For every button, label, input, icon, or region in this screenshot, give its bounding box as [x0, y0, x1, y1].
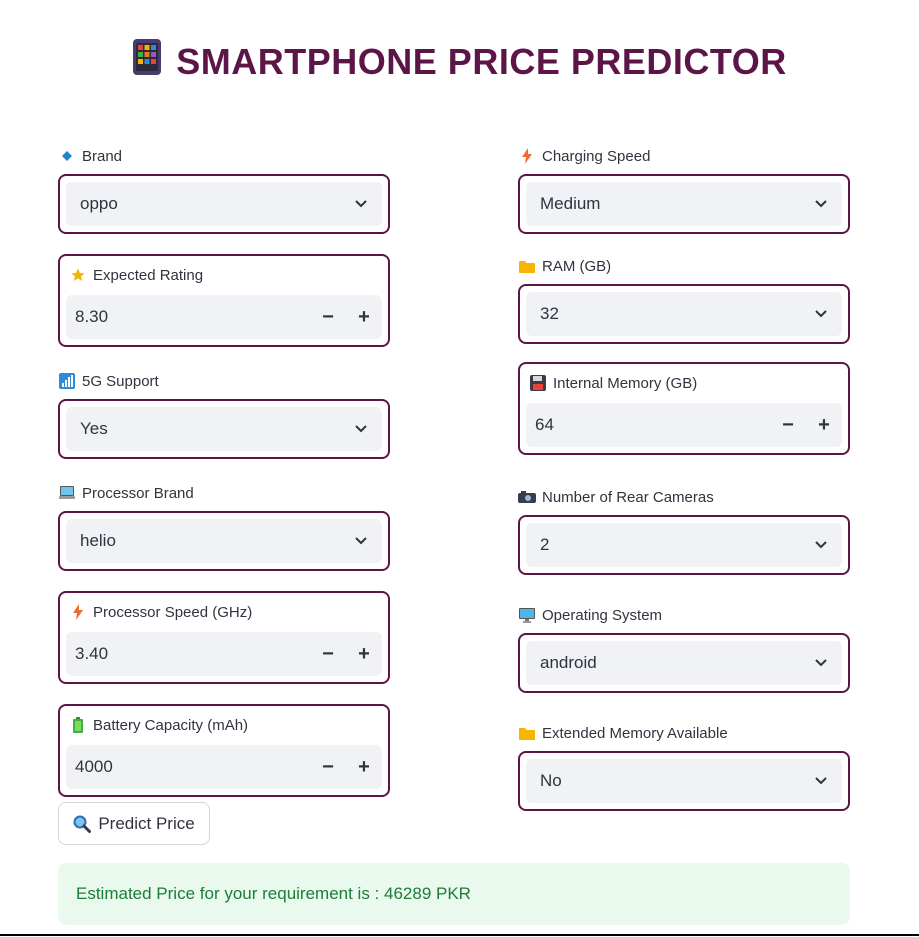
internal-memory-input-value[interactable]: 64 [535, 415, 554, 435]
extended-memory-select-value: No [540, 771, 562, 790]
charging-label: Charging Speed [518, 146, 850, 166]
chevron-down-icon[interactable] [814, 307, 828, 321]
rating-decrement-button[interactable]: − [310, 295, 346, 339]
processor-speed-field-group: Processor Speed (GHz) 3.40 − + [58, 591, 390, 684]
camera-icon [518, 490, 536, 504]
battery-input[interactable]: 4000 − + [66, 745, 382, 789]
battery-input-value[interactable]: 4000 [75, 757, 113, 777]
right-column: Charging Speed Medium RAM (GB) 32 Intern… [518, 146, 850, 811]
lightning-icon [69, 604, 87, 620]
divider [0, 934, 919, 936]
ram-select[interactable]: 32 [518, 284, 850, 344]
rear-cameras-label: Number of Rear Cameras [518, 487, 850, 507]
page-title: SMARTPHONE PRICE PREDICTOR [0, 38, 919, 85]
rating-field-group: Expected Rating 8.30 − + [58, 254, 390, 347]
chevron-down-icon[interactable] [814, 197, 828, 211]
processor-brand-select[interactable]: helio [58, 511, 390, 571]
ram-label: RAM (GB) [518, 256, 850, 276]
chevron-down-icon[interactable] [814, 538, 828, 552]
brand-select[interactable]: oppo [58, 174, 390, 234]
predict-price-button[interactable]: Predict Price [58, 802, 210, 845]
processor-speed-decrement-button[interactable]: − [310, 632, 346, 676]
chevron-down-icon[interactable] [814, 774, 828, 788]
fiveg-label: 5G Support [58, 371, 390, 391]
processor-brand-select-value: helio [80, 531, 116, 550]
internal-memory-label: Internal Memory (GB) [529, 373, 842, 393]
processor-speed-increment-button[interactable]: + [346, 632, 382, 676]
left-column: Brand oppo Expected Rating 8.30 − + 5G S… [58, 146, 390, 797]
star-icon [69, 268, 87, 282]
processor-speed-input[interactable]: 3.40 − + [66, 632, 382, 676]
result-alert: Estimated Price for your requirement is … [58, 863, 850, 925]
battery-icon [69, 717, 87, 733]
phone-icon [132, 38, 162, 85]
processor-speed-label: Processor Speed (GHz) [69, 602, 382, 622]
page-title-text: SMARTPHONE PRICE PREDICTOR [176, 40, 787, 82]
extended-memory-select[interactable]: No [518, 751, 850, 811]
processor-speed-input-value[interactable]: 3.40 [75, 644, 108, 664]
internal-memory-increment-button[interactable]: + [806, 403, 842, 447]
processor-brand-label: Processor Brand [58, 483, 390, 503]
ram-select-value: 32 [540, 304, 559, 323]
folder-icon [518, 726, 536, 740]
rating-input[interactable]: 8.30 − + [66, 295, 382, 339]
rating-increment-button[interactable]: + [346, 295, 382, 339]
os-label: Operating System [518, 605, 850, 625]
chevron-down-icon[interactable] [354, 197, 368, 211]
internal-memory-decrement-button[interactable]: − [770, 403, 806, 447]
internal-memory-field-group: Internal Memory (GB) 64 − + [518, 362, 850, 455]
brand-select-value: oppo [80, 194, 118, 213]
result-text: Estimated Price for your requirement is … [76, 884, 471, 903]
fiveg-select[interactable]: Yes [58, 399, 390, 459]
floppy-icon [529, 375, 547, 391]
chevron-down-icon[interactable] [814, 656, 828, 670]
fiveg-select-value: Yes [80, 419, 108, 438]
predict-price-label: Predict Price [98, 813, 195, 833]
lightning-icon [518, 148, 536, 164]
os-select-value: android [540, 653, 597, 672]
chevron-down-icon[interactable] [354, 422, 368, 436]
rating-label: Expected Rating [69, 265, 382, 285]
charging-select[interactable]: Medium [518, 174, 850, 234]
folder-icon [518, 259, 536, 273]
rating-input-value[interactable]: 8.30 [75, 307, 108, 327]
monitor-icon [518, 607, 536, 623]
chevron-down-icon[interactable] [354, 534, 368, 548]
magnifier-icon [73, 815, 92, 833]
charging-select-value: Medium [540, 194, 601, 213]
battery-field-group: Battery Capacity (mAh) 4000 − + [58, 704, 390, 797]
internal-memory-input[interactable]: 64 − + [526, 403, 842, 447]
diamond-icon [58, 149, 76, 163]
rear-cameras-select[interactable]: 2 [518, 515, 850, 575]
battery-decrement-button[interactable]: − [310, 745, 346, 789]
rear-cameras-select-value: 2 [540, 535, 550, 554]
extended-memory-label: Extended Memory Available [518, 723, 850, 743]
laptop-icon [58, 486, 76, 500]
battery-increment-button[interactable]: + [346, 745, 382, 789]
os-select[interactable]: android [518, 633, 850, 693]
signal-icon [58, 373, 76, 389]
brand-label: Brand [58, 146, 390, 166]
battery-label: Battery Capacity (mAh) [69, 715, 382, 735]
